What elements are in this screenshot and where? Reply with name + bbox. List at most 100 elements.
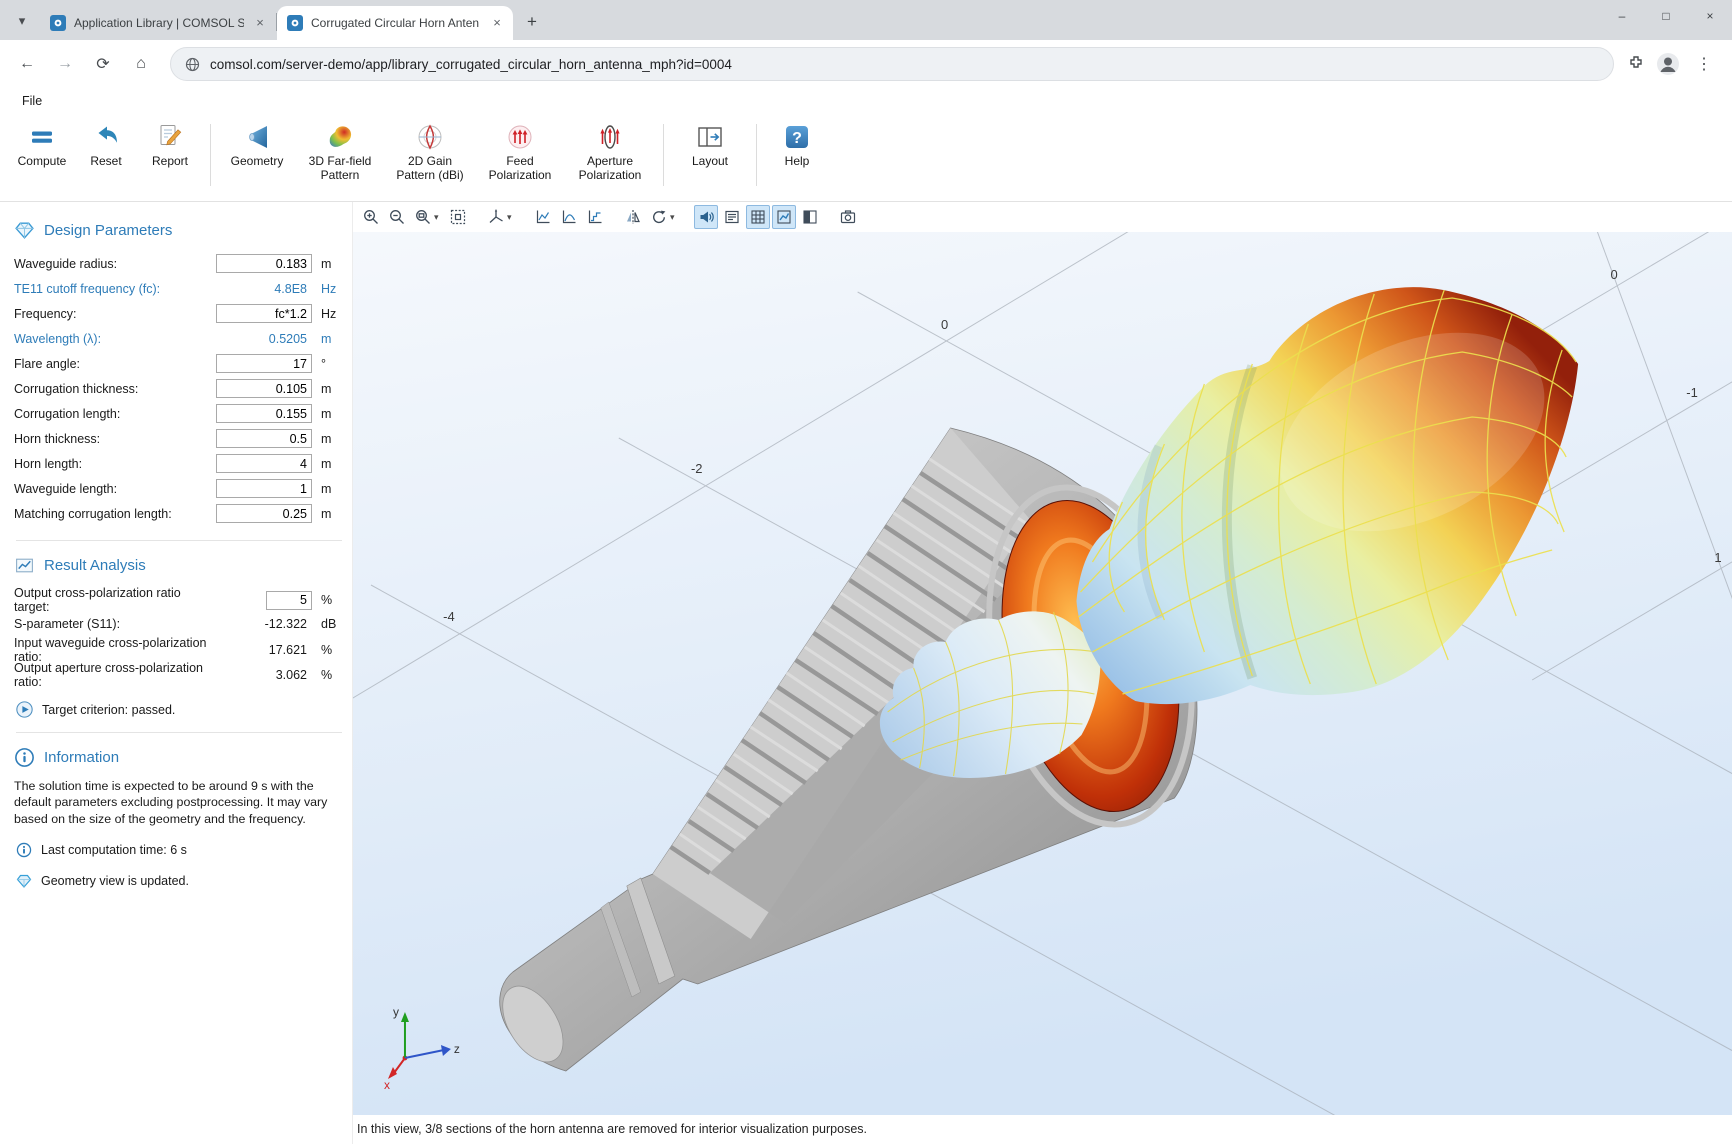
zoom-box-dropdown-icon[interactable]: ▾ xyxy=(434,212,444,223)
forward-icon[interactable]: → xyxy=(48,47,82,81)
param-row-matching-corrugation-length: Matching corrugation length: m xyxy=(14,501,344,526)
view-axes-dropdown-icon[interactable]: ▾ xyxy=(507,212,517,223)
param-row-flare-angle: Flare angle: ° xyxy=(14,351,344,376)
horn-length-input[interactable] xyxy=(216,454,312,473)
geometry-updated-status: Geometry view is updated. xyxy=(16,873,344,889)
browser-toolbar: ← → ⟳ ⌂ comsol.com/server-demo/app/libra… xyxy=(0,40,1732,88)
graphics-canvas[interactable]: 0 -2 -4 0 -1 1 xyxy=(353,232,1732,1115)
param-row-wavelength: Wavelength (λ): 0.5205 m xyxy=(14,326,344,351)
compute-button[interactable]: Compute xyxy=(10,116,74,171)
information-header: Information xyxy=(14,747,344,768)
result-analysis-icon xyxy=(14,555,35,576)
information-icon xyxy=(14,747,35,768)
gain-pattern-2d-button[interactable]: 2D Gain Pattern (dBi) xyxy=(385,116,475,185)
last-computation-status: Last computation time: 6 s xyxy=(16,842,344,858)
far-field-3d-button[interactable]: 3D Far-field Pattern xyxy=(295,116,385,185)
result-row-output-cross-pol: Output aperture cross-polarization ratio… xyxy=(14,661,344,686)
rotate-view-icon[interactable] xyxy=(647,205,671,229)
zoom-in-icon[interactable] xyxy=(359,205,383,229)
report-icon xyxy=(155,122,185,152)
axis-label: 1 xyxy=(1714,550,1721,565)
matching-corrugation-length-input[interactable] xyxy=(216,504,312,523)
tab-close-icon[interactable]: × xyxy=(252,15,268,31)
comsol-favicon xyxy=(50,15,66,31)
url-text: comsol.com/server-demo/app/library_corru… xyxy=(210,57,732,72)
horn-thickness-input[interactable] xyxy=(216,429,312,448)
window-close-icon[interactable]: × xyxy=(1688,0,1732,32)
sound-toggle-icon[interactable] xyxy=(694,205,718,229)
comsol-favicon xyxy=(287,15,303,31)
graphics-toolbar: ▾ ▾ ▾ xyxy=(353,202,1732,232)
profile-avatar[interactable] xyxy=(1656,52,1680,76)
information-body: The solution time is expected to be arou… xyxy=(14,778,338,827)
plot-xy-icon[interactable] xyxy=(531,205,555,229)
contrast-icon[interactable] xyxy=(798,205,822,229)
zoom-extents-icon[interactable] xyxy=(446,205,470,229)
reset-button[interactable]: Reset xyxy=(74,116,138,171)
tab-title: Application Library | COMSOL S xyxy=(74,16,244,30)
report-button[interactable]: Report xyxy=(138,116,202,171)
zoom-out-icon[interactable] xyxy=(385,205,409,229)
gain-pattern-2d-icon xyxy=(415,122,445,152)
aperture-polarization-button[interactable]: Aperture Polarization xyxy=(565,116,655,185)
zoom-box-icon[interactable] xyxy=(411,205,435,229)
geometry-icon xyxy=(242,122,272,152)
browser-tab-application-library[interactable]: Application Library | COMSOL S × xyxy=(40,6,276,40)
grid-toggle-icon[interactable] xyxy=(746,205,770,229)
plot-line-icon[interactable] xyxy=(557,205,581,229)
frequency-input[interactable] xyxy=(216,304,312,323)
graphics-panel: ▾ ▾ ▾ xyxy=(352,202,1732,1144)
home-icon[interactable]: ⌂ xyxy=(124,47,158,81)
param-row-te11-cutoff: TE11 cutoff frequency (fc): 4.8E8 Hz xyxy=(14,276,344,301)
param-row-waveguide-radius: Waveguide radius: m xyxy=(14,251,344,276)
ribbon: Compute Reset Report Geometry 3D Far-fie… xyxy=(0,114,1732,202)
browser-menu-icon[interactable]: ⋮ xyxy=(1690,54,1718,74)
screenshot-camera-icon[interactable] xyxy=(836,205,860,229)
result-row-s-parameter: S-parameter (S11): -12.322 dB xyxy=(14,611,344,636)
settings-panel: Design Parameters Waveguide radius: m TE… xyxy=(0,202,352,1144)
site-info-icon[interactable] xyxy=(185,57,200,72)
corrugation-thickness-input[interactable] xyxy=(216,379,312,398)
3d-scene[interactable]: 0 -2 -4 0 -1 1 xyxy=(353,232,1732,1115)
result-row-input-cross-pol: Input waveguide cross-polarization ratio… xyxy=(14,636,344,661)
triad-x-label: x xyxy=(384,1078,390,1092)
app-menubar: File xyxy=(0,88,1732,114)
waveguide-length-input[interactable] xyxy=(216,479,312,498)
param-row-horn-thickness: Horn thickness: m xyxy=(14,426,344,451)
tab-close-icon[interactable]: × xyxy=(489,15,505,31)
cross-polarization-target-input[interactable] xyxy=(266,591,312,610)
window-minimize-icon[interactable]: – xyxy=(1600,0,1644,32)
tab-search-button[interactable]: ▾ xyxy=(8,7,36,35)
address-bar[interactable]: comsol.com/server-demo/app/library_corru… xyxy=(170,47,1614,81)
layout-icon xyxy=(695,122,725,152)
window-maximize-icon[interactable]: □ xyxy=(1644,0,1688,32)
result-analysis-header: Result Analysis xyxy=(14,555,344,576)
layout-button[interactable]: Layout xyxy=(672,116,748,171)
section-divider xyxy=(16,540,342,541)
triad-y-label: y xyxy=(393,1005,399,1019)
plot-grid-toggle-icon[interactable] xyxy=(772,205,796,229)
mirror-view-icon[interactable] xyxy=(621,205,645,229)
extensions-icon[interactable] xyxy=(1626,54,1646,74)
corrugation-length-input[interactable] xyxy=(216,404,312,423)
section-title: Information xyxy=(44,749,119,766)
browser-tab-horn-antenna[interactable]: Corrugated Circular Horn Anten × xyxy=(277,6,513,40)
help-button[interactable]: ? Help xyxy=(765,116,829,171)
window-controls: – □ × xyxy=(1600,0,1732,32)
legend-icon[interactable] xyxy=(720,205,744,229)
back-icon[interactable]: ← xyxy=(10,47,44,81)
view-axes-icon[interactable] xyxy=(484,205,508,229)
geometry-button[interactable]: Geometry xyxy=(219,116,295,171)
aperture-polarization-icon xyxy=(595,122,625,152)
reload-icon[interactable]: ⟳ xyxy=(86,47,120,81)
new-tab-button[interactable]: + xyxy=(519,9,545,35)
compute-icon xyxy=(27,122,57,152)
waveguide-radius-input[interactable] xyxy=(216,254,312,273)
feed-polarization-button[interactable]: Feed Polarization xyxy=(475,116,565,185)
design-parameters-header: Design Parameters xyxy=(14,220,344,241)
flare-angle-input[interactable] xyxy=(216,354,312,373)
file-menu[interactable]: File xyxy=(16,92,48,110)
help-icon: ? xyxy=(782,122,812,152)
plot-log-icon[interactable] xyxy=(583,205,607,229)
rotate-view-dropdown-icon[interactable]: ▾ xyxy=(670,212,680,223)
